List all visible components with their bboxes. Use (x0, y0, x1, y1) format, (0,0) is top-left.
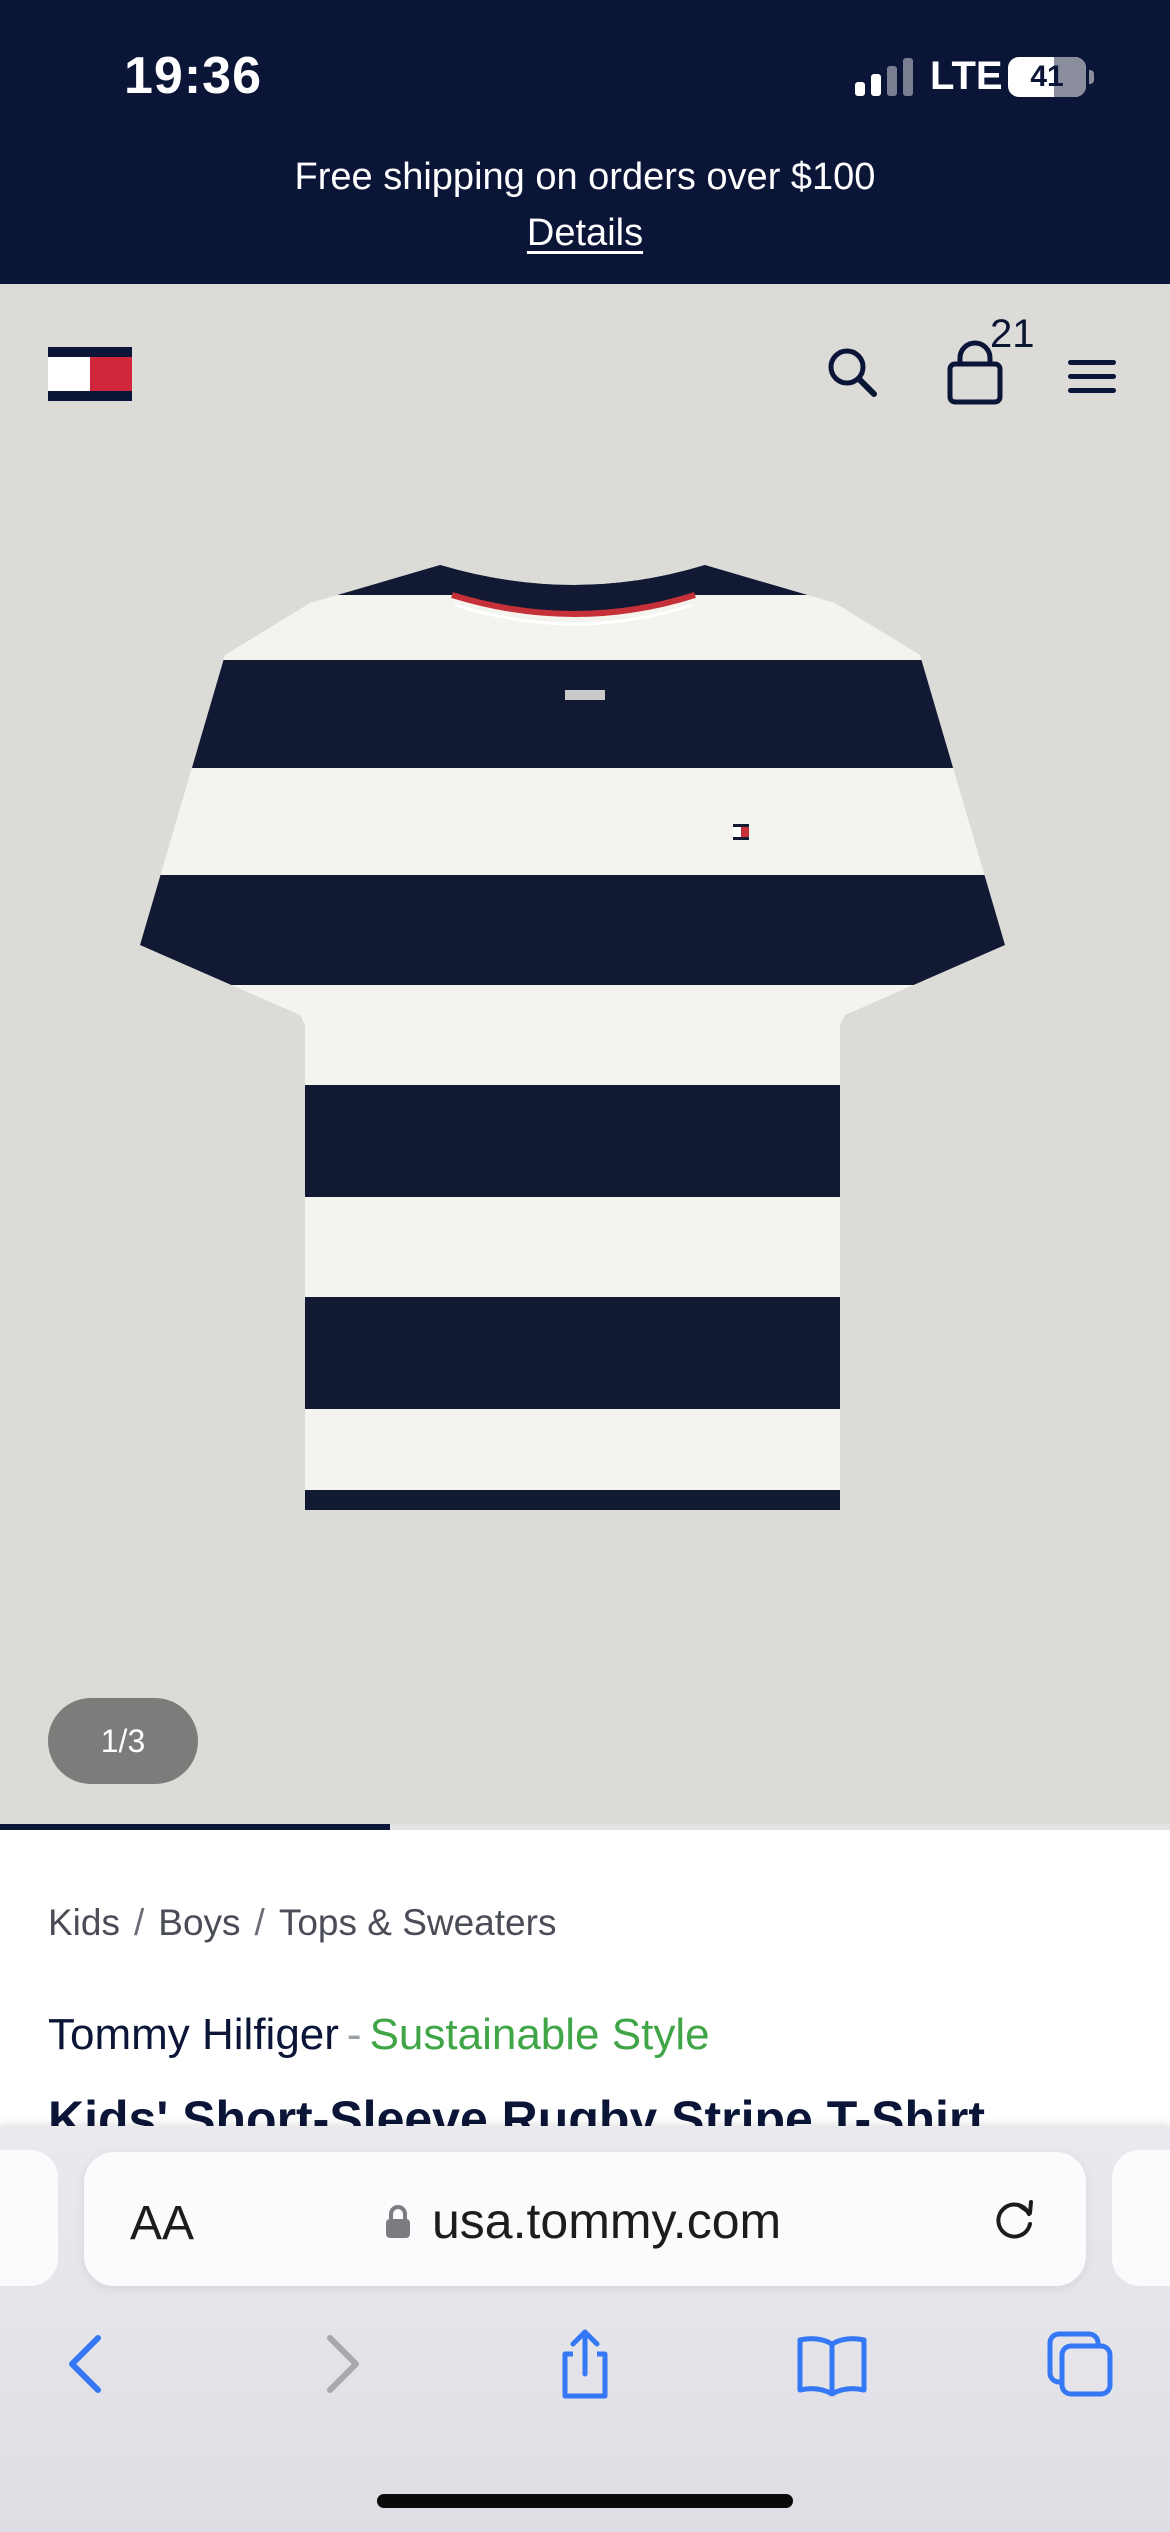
product-image[interactable] (130, 545, 1050, 1565)
search-icon[interactable] (822, 342, 882, 402)
forward-icon[interactable] (302, 2326, 378, 2402)
breadcrumb-kids[interactable]: Kids (48, 1902, 120, 1943)
breadcrumb-tops-sweaters[interactable]: Tops & Sweaters (279, 1902, 557, 1943)
lock-icon (386, 2205, 410, 2238)
next-tab-peek[interactable] (1112, 2150, 1170, 2286)
previous-tab-peek[interactable] (0, 2150, 58, 2286)
breadcrumb-separator: / (254, 1902, 265, 1943)
address-bar[interactable]: AA usa.tommy.com (84, 2152, 1086, 2286)
promo-details-link[interactable]: Details (527, 212, 643, 254)
breadcrumb: Kids / Boys / Tops & Sweaters (48, 1902, 556, 1944)
reload-icon[interactable] (990, 2194, 1040, 2244)
tabs-icon[interactable] (1042, 2326, 1118, 2402)
battery-level: 41 (1030, 60, 1064, 93)
home-indicator (377, 2494, 793, 2508)
url-text: usa.tommy.com (432, 2193, 782, 2249)
tommy-flag-logo[interactable] (48, 347, 132, 401)
promo-text: Free shipping on orders over $100 (294, 156, 876, 198)
brand-line: Tommy Hilfiger - Sustainable Style (48, 2010, 710, 2060)
product-title: Kids' Short-Sleeve Rugby Stripe T-Shirt (48, 2091, 986, 2126)
gallery-progress-track (0, 1824, 1170, 1830)
status-time: 19:36 (124, 47, 262, 105)
breadcrumb-separator: / (133, 1902, 145, 1943)
breadcrumb-boys[interactable]: Boys (158, 1902, 240, 1943)
brand-dash: - (346, 2010, 362, 2059)
back-icon[interactable] (50, 2326, 126, 2402)
gallery-progress-fill (0, 1824, 390, 1830)
hamburger-menu-icon[interactable] (1064, 352, 1120, 402)
network-type: LTE (930, 54, 1003, 98)
battery-tip (1089, 70, 1094, 84)
text-size-button[interactable]: AA (130, 2196, 194, 2251)
battery-icon: 41 (1008, 57, 1086, 97)
promo-details: Details (0, 212, 1170, 255)
sustainable-style-label[interactable]: Sustainable Style (370, 2010, 710, 2059)
image-counter: 1/3 (48, 1698, 198, 1784)
share-icon[interactable] (547, 2326, 623, 2402)
cellular-signal-icon (855, 58, 917, 96)
text-size-label: AA (130, 2197, 195, 2250)
product-title-clip: Kids' Short-Sleeve Rugby Stripe T-Shirt (0, 2090, 1170, 2126)
bookmarks-icon[interactable] (794, 2326, 870, 2402)
bag-count-badge: 21 (990, 312, 1035, 356)
brand-name[interactable]: Tommy Hilfiger (48, 2010, 339, 2059)
